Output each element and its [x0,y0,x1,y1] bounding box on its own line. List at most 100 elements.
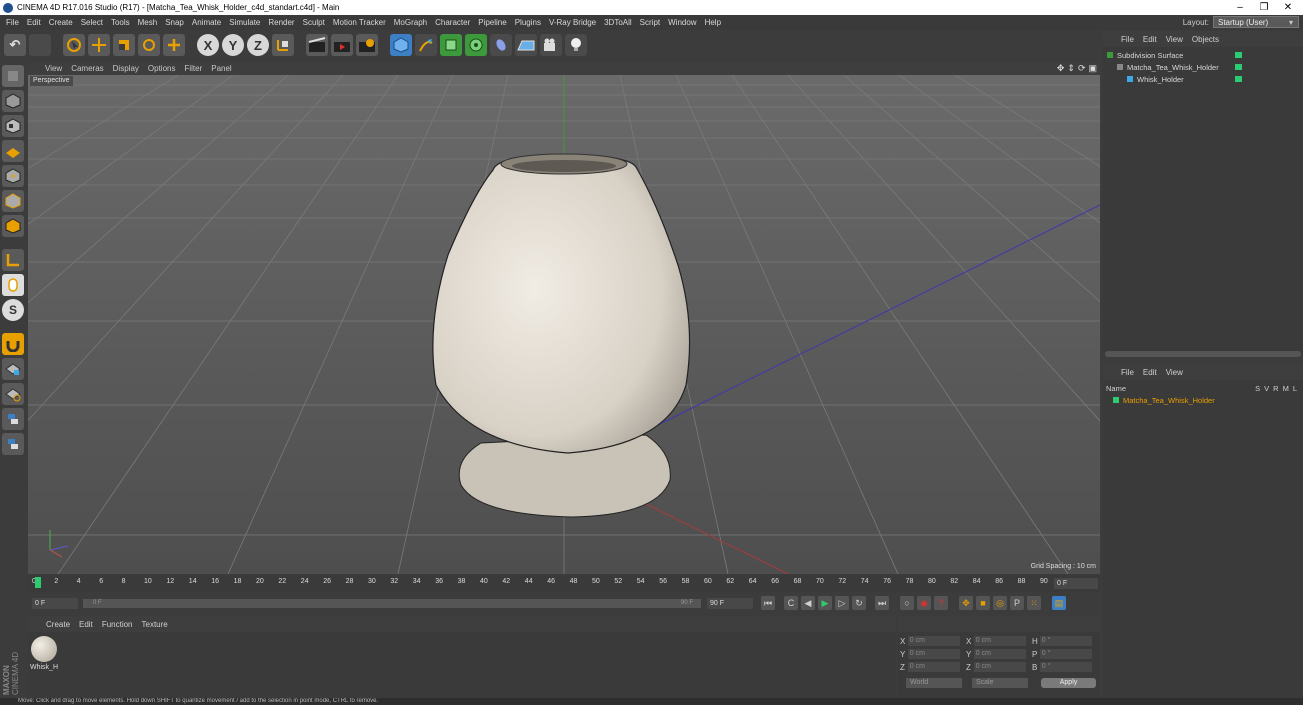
current-frame-field[interactable]: 0 F [1054,578,1098,589]
key-pla-button[interactable]: ⁙ [1027,596,1041,610]
viewport-scene[interactable] [28,75,1100,574]
render-view-button[interactable] [306,34,328,56]
object-manager-scrollbar[interactable] [1105,351,1301,357]
timeline-ruler[interactable]: 0 2 4 6 8 10 12 14 16 18 20 22 24 26 28 30 32 34 36 38 40 42 4… [28,575,1100,592]
play-button[interactable]: ▶ [818,596,832,610]
viewport-menu-filter[interactable]: Filter [184,64,202,73]
rotate-view-icon[interactable]: ⟳ [1078,63,1086,74]
workplane-mode-button[interactable] [2,140,24,162]
chevron-down-icon[interactable]: ▾ [1289,18,1293,27]
menu-sculpt[interactable]: Sculpt [303,18,325,27]
object-menu-objects[interactable]: Objects [1192,35,1219,44]
menu-mograph[interactable]: MoGraph [394,18,427,27]
keyframe-selection-button[interactable]: ? [934,596,948,610]
coord-value-field[interactable]: 0 cm [973,636,1026,646]
coord-value-field[interactable]: 0 cm [907,649,960,659]
key-position-button[interactable]: ✥ [959,596,973,610]
menu-motion-tracker[interactable]: Motion Tracker [333,18,386,27]
previous-frame-button[interactable]: ◀ [801,596,815,610]
menu-render[interactable]: Render [268,18,294,27]
menu-create[interactable]: Create [49,18,73,27]
autokeying-button[interactable]: ◉ [917,596,931,610]
object-menu-view[interactable]: View [1166,35,1183,44]
python-script-button-1[interactable] [2,408,24,430]
coordinate-system-button[interactable] [272,34,294,56]
make-editable-button[interactable] [2,65,24,87]
polygons-mode-button[interactable] [2,215,24,237]
visibility-toggle[interactable] [1235,64,1242,70]
coord-value-field[interactable]: 0 cm [973,649,1026,659]
menu-v-ray-bridge[interactable]: V-Ray Bridge [549,18,596,27]
python-script-button-2[interactable] [2,433,24,455]
menu-snap[interactable]: Snap [165,18,184,27]
whisk-holder-model[interactable] [432,153,691,518]
scale-tool-button[interactable] [113,34,135,56]
menu-file[interactable]: File [6,18,19,27]
recent-tool-button[interactable] [163,34,185,56]
start-frame-field[interactable]: 0 F [32,598,78,609]
snap-button[interactable]: S [2,299,24,321]
magnet-button[interactable] [2,333,24,355]
menu-character[interactable]: Character [435,18,470,27]
3d-viewport[interactable]: View Cameras Display Options Filter Panel ✥ ⇕… [28,62,1100,574]
z-axis-lock-button[interactable]: Z [247,34,269,56]
texture-mode-button[interactable] [2,115,24,137]
minimize-button[interactable]: – [1228,0,1252,15]
cloner-button[interactable] [465,34,487,56]
world-dropdown[interactable]: World [906,678,962,688]
coord-value-field[interactable]: 0 cm [907,636,960,646]
coord-value-field[interactable]: 0 ° [1039,636,1092,646]
move-view-icon[interactable]: ✥ [1057,63,1065,74]
layer-menu-file[interactable]: File [1121,368,1134,377]
scale-dropdown[interactable]: Scale [972,678,1028,688]
playhead[interactable] [35,577,41,588]
deformer-button[interactable] [490,34,512,56]
end-frame-field[interactable]: 90 F [707,598,753,609]
close-button[interactable]: ✕ [1276,0,1300,15]
layer-menu-view[interactable]: View [1166,368,1183,377]
planar-workplane-button[interactable] [2,383,24,405]
live-selection-button[interactable] [63,34,85,56]
coord-value-field[interactable]: 0 cm [907,662,960,672]
object-row[interactable]: Matcha_Tea_Whisk_Holder [1107,61,1303,73]
redo-button[interactable] [29,34,51,56]
menu-help[interactable]: Help [705,18,721,27]
frame-range-slider[interactable]: 0 F 90 F [83,599,701,608]
menu-select[interactable]: Select [81,18,103,27]
menu-animate[interactable]: Animate [192,18,221,27]
material-menu-edit[interactable]: Edit [79,620,93,629]
x-axis-lock-button[interactable]: X [197,34,219,56]
undo-button[interactable]: ↶ [4,34,26,56]
layer-menu-edit[interactable]: Edit [1143,368,1157,377]
render-settings-button[interactable] [356,34,378,56]
locked-workplane-button[interactable] [2,358,24,380]
layout-dropdown[interactable]: Startup (User) [1212,16,1299,28]
edges-mode-button[interactable] [2,190,24,212]
next-key-button[interactable]: ↻ [852,596,866,610]
menu-script[interactable]: Script [640,18,660,27]
visibility-toggle[interactable] [1235,76,1242,82]
visibility-toggle[interactable] [1235,52,1242,58]
object-row[interactable]: Whisk_Holder [1107,73,1303,85]
material-menu-function[interactable]: Function [102,620,133,629]
viewport-menu-display[interactable]: Display [113,64,139,73]
menu-plugins[interactable]: Plugins [515,18,541,27]
points-mode-button[interactable] [2,165,24,187]
light-button[interactable] [565,34,587,56]
next-frame-button[interactable]: ▷ [835,596,849,610]
menu-edit[interactable]: Edit [27,18,41,27]
viewport-menu-cameras[interactable]: Cameras [71,64,103,73]
material-swatch[interactable]: Whisk_H [30,634,58,674]
maximize-view-icon[interactable]: ▣ [1088,63,1097,74]
menu-mesh[interactable]: Mesh [138,18,158,27]
go-to-start-button[interactable]: ⏮ [761,596,775,610]
previous-key-button[interactable]: C [784,596,798,610]
coord-value-field[interactable]: 0 cm [973,662,1026,672]
viewport-menu-panel[interactable]: Panel [211,64,231,73]
timeline-window-button[interactable]: ▤ [1052,596,1066,610]
material-menu-texture[interactable]: Texture [142,620,168,629]
floor-button[interactable] [515,34,537,56]
layer-row[interactable]: Matcha_Tea_Whisk_Holder [1103,394,1303,406]
cube-object-button[interactable] [390,34,412,56]
menu-tools[interactable]: Tools [111,18,130,27]
